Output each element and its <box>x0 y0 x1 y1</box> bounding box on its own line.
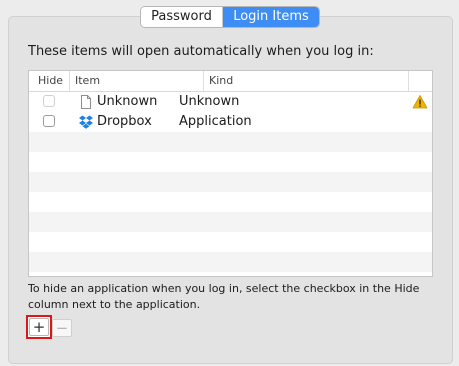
item-name: Unknown <box>97 94 158 109</box>
column-header-item[interactable]: Item <box>69 71 203 91</box>
empty-row <box>29 252 432 272</box>
empty-row <box>29 232 432 252</box>
tab-login-items[interactable]: Login Items <box>223 7 319 27</box>
warning-icon <box>412 95 428 109</box>
document-icon <box>81 95 91 109</box>
dropbox-icon <box>79 115 93 129</box>
hide-checkbox[interactable] <box>43 95 55 107</box>
list-buttons: + − <box>26 315 72 339</box>
table-row[interactable]: Dropbox Application <box>29 112 432 132</box>
column-header-kind[interactable]: Kind <box>203 71 432 91</box>
item-name: Dropbox <box>97 114 152 129</box>
item-kind: Application <box>179 114 252 129</box>
item-kind: Unknown <box>179 94 240 109</box>
hide-instructions: To hide an application when you log in, … <box>28 282 420 311</box>
hide-checkbox[interactable] <box>43 115 55 127</box>
tab-password[interactable]: Password <box>141 7 223 27</box>
plus-icon: + <box>29 318 49 336</box>
column-header-status <box>408 71 432 91</box>
login-items-table: Hide Item Kind Unknown Unknown Dropbox A… <box>28 70 433 277</box>
minus-icon: − <box>55 319 69 337</box>
tab-control: Password Login Items <box>141 7 319 27</box>
remove-login-item-button[interactable]: − <box>52 319 72 337</box>
empty-row <box>29 152 432 172</box>
empty-row <box>29 212 432 232</box>
add-login-item-button[interactable]: + <box>26 315 52 339</box>
empty-row <box>29 132 432 152</box>
empty-row <box>29 192 432 212</box>
login-items-heading: These items will open automatically when… <box>28 44 374 59</box>
table-header: Hide Item Kind <box>29 71 432 92</box>
column-header-hide[interactable]: Hide <box>29 71 69 91</box>
table-row[interactable]: Unknown Unknown <box>29 92 432 112</box>
empty-row <box>29 172 432 192</box>
